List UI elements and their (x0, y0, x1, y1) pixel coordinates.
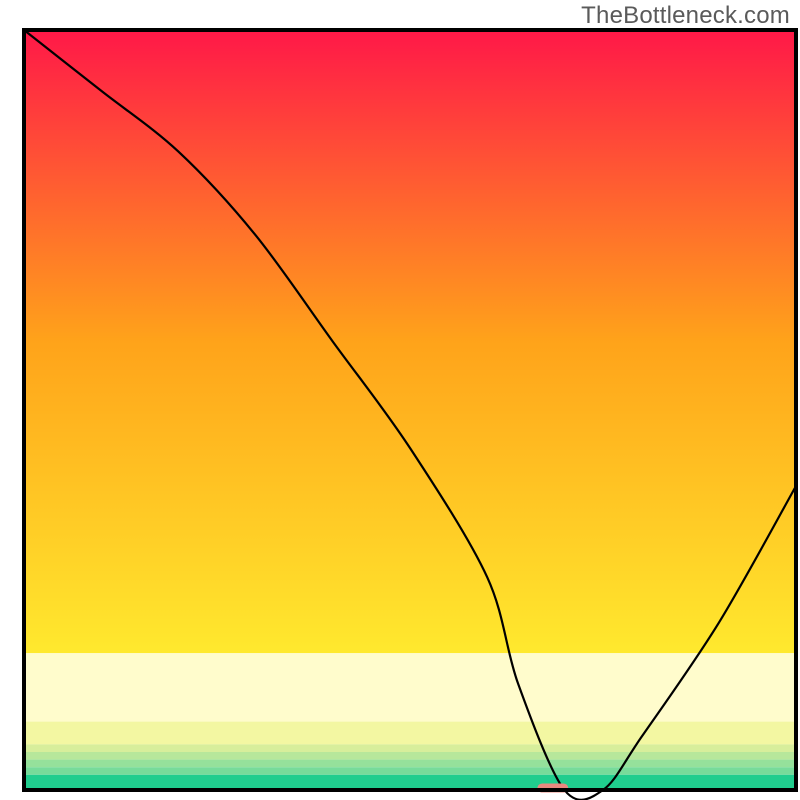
chart-wrap: TheBottleneck.com (0, 0, 800, 800)
band-6 (24, 767, 796, 775)
plot-area (24, 30, 796, 800)
band-2 (24, 722, 796, 745)
band-0 (24, 30, 796, 653)
band-5 (24, 760, 796, 768)
band-1 (24, 653, 796, 721)
bottleneck-chart (0, 0, 800, 800)
band-4 (24, 752, 796, 760)
band-7 (24, 775, 796, 790)
watermark-text: TheBottleneck.com (581, 2, 790, 30)
band-3 (24, 744, 796, 752)
background-bands (24, 30, 796, 790)
